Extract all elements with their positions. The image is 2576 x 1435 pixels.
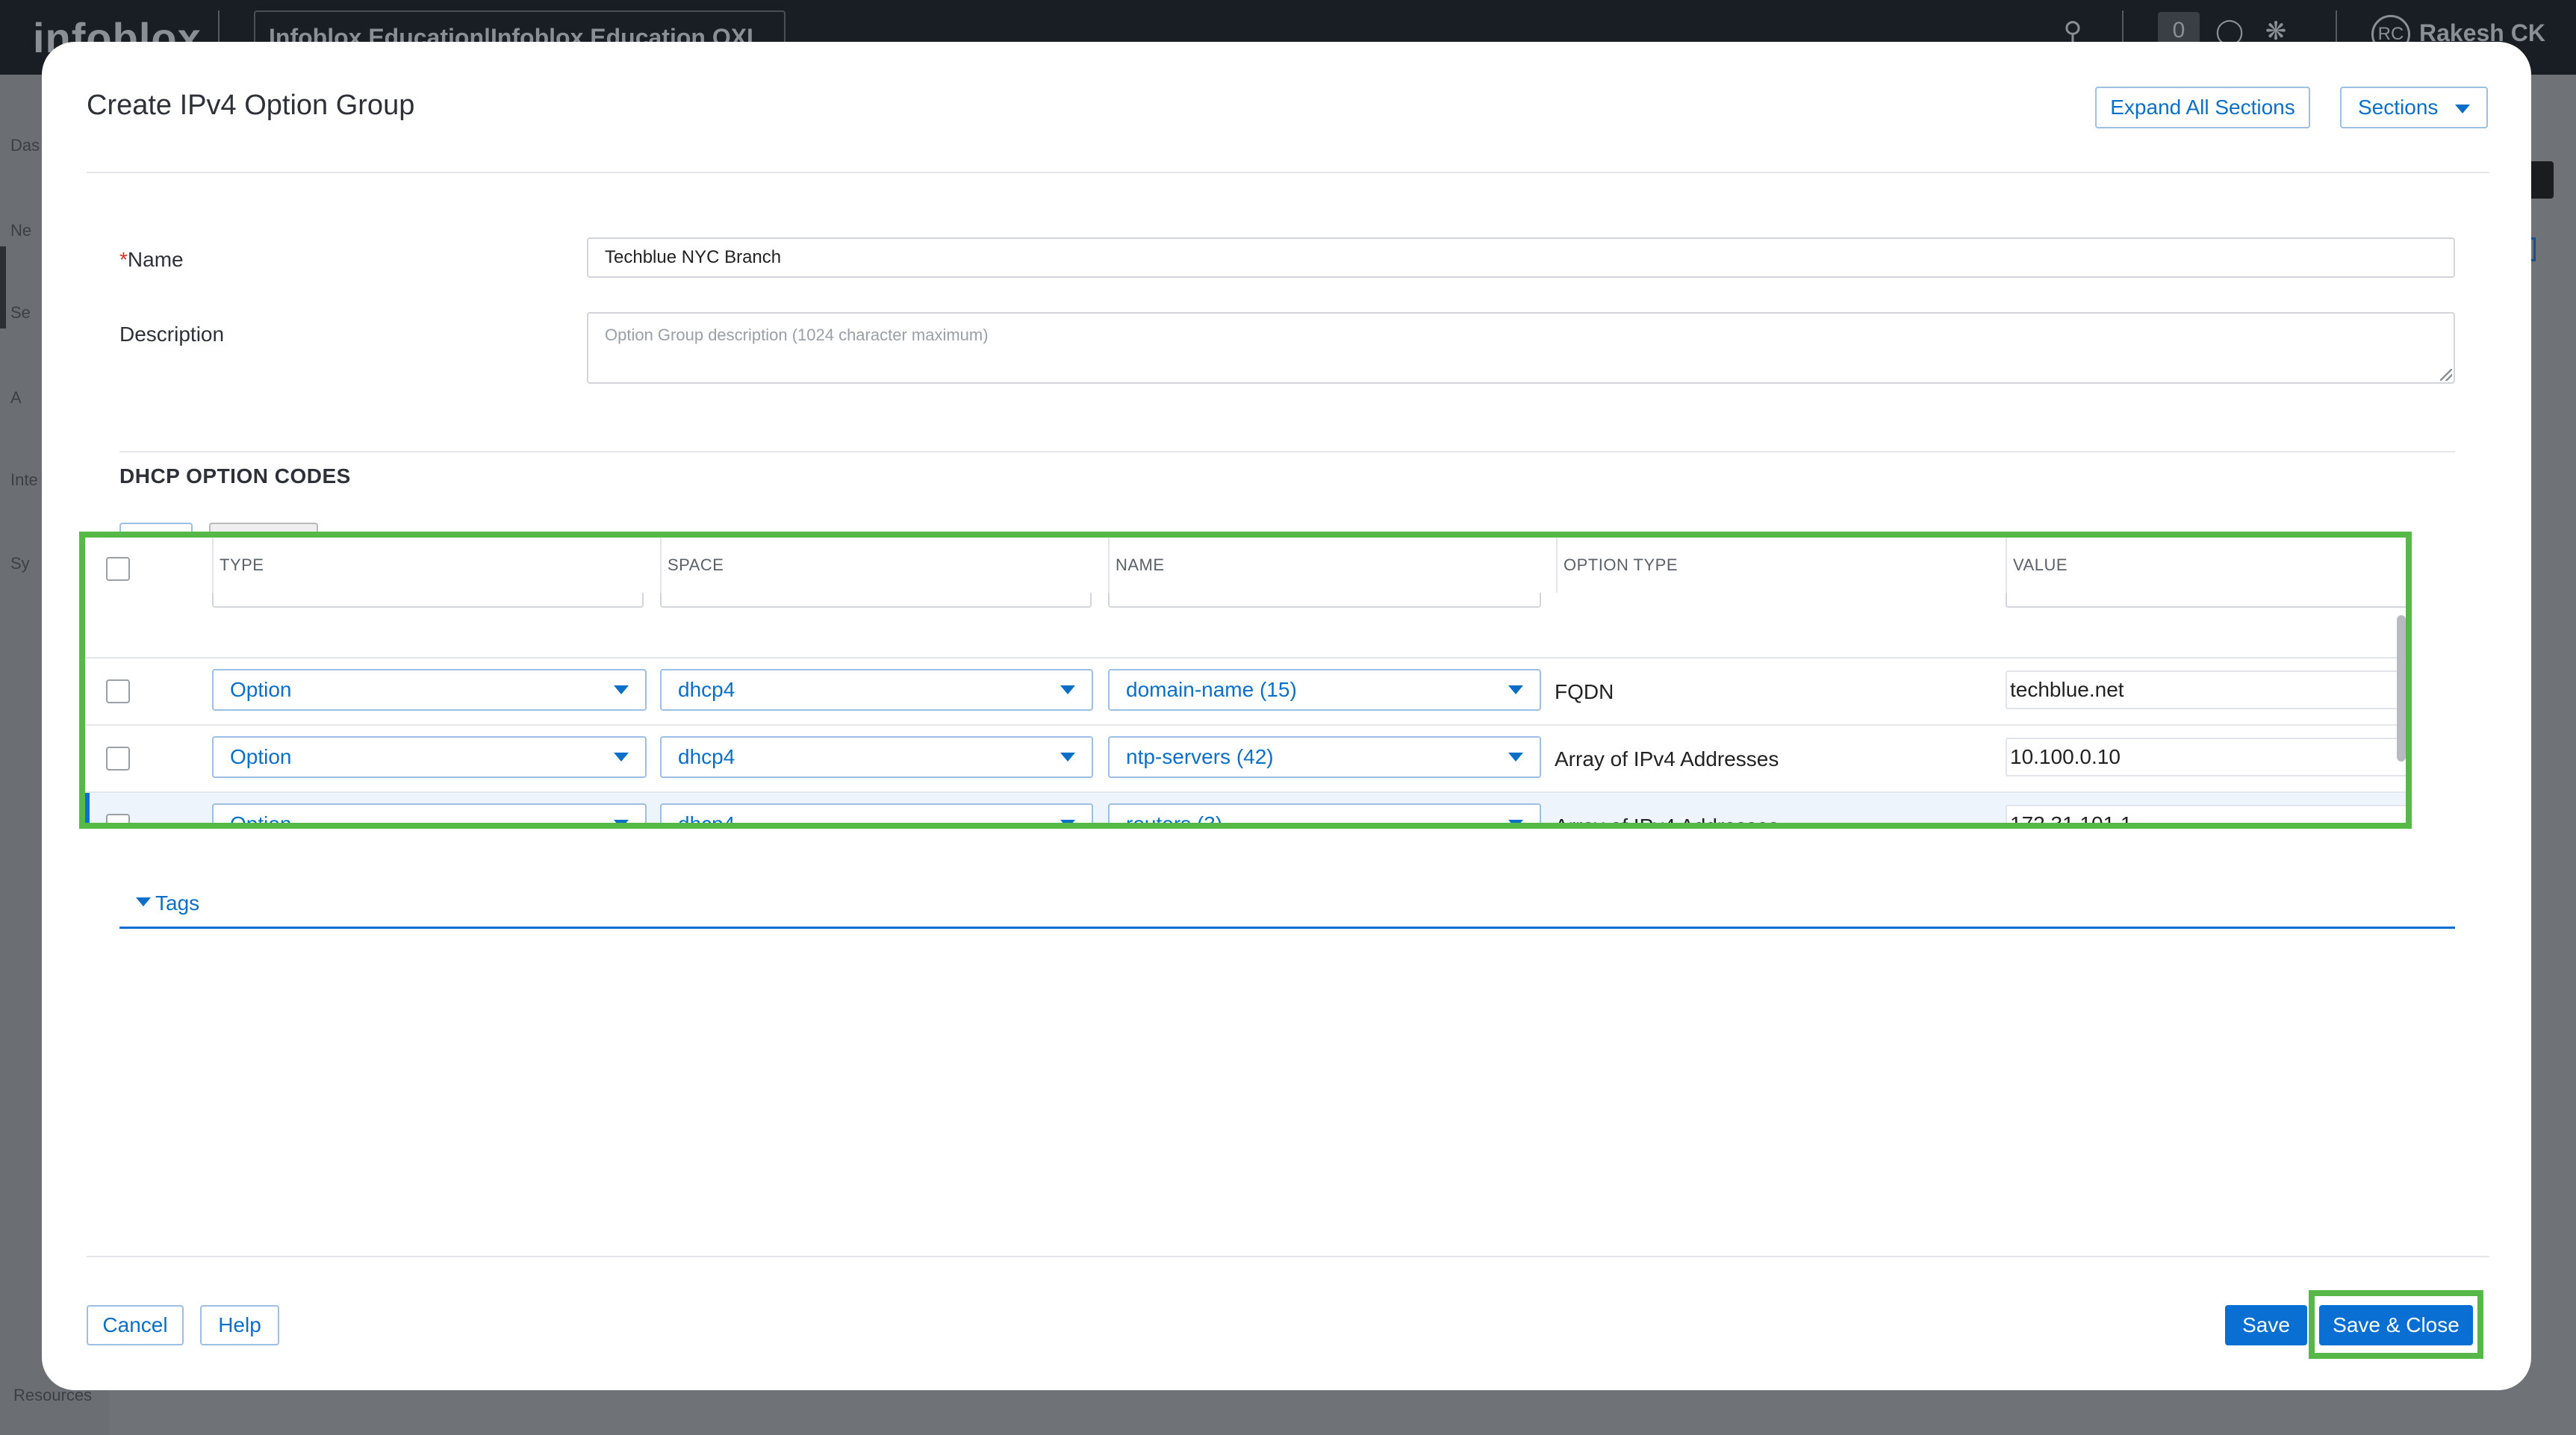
option-type-cell: FQDN [1555, 680, 1614, 703]
sidebar-item-system[interactable]: Sy [10, 554, 30, 573]
name-select[interactable]: routers (3) [1108, 803, 1541, 823]
sections-dropdown-button[interactable]: Sections [2340, 87, 2488, 128]
dialog-title: Create IPv4 Option Group [87, 90, 415, 121]
cancel-button[interactable]: Cancel [87, 1305, 184, 1345]
partial-type-select [212, 593, 644, 608]
sidebar-item-dashboard[interactable]: Das [10, 136, 40, 155]
table-row[interactable]: Option dhcp4 ntp-servers (42) Array of I… [85, 724, 2406, 791]
chevron-down-icon [614, 753, 629, 762]
save-and-close-button[interactable]: Save & Close [2319, 1305, 2473, 1345]
row-checkbox[interactable] [106, 679, 130, 703]
value-input[interactable]: 172.31.101.1 [2006, 805, 2406, 823]
name-input[interactable] [587, 237, 2455, 278]
section-divider [119, 451, 2455, 452]
space-select[interactable]: dhcp4 [660, 803, 1093, 823]
chevron-down-icon [1508, 685, 1523, 694]
row-checkbox[interactable] [106, 814, 130, 823]
chevron-down-icon [1508, 753, 1523, 762]
partial-name-select [1108, 593, 1541, 608]
resize-grip-icon[interactable] [2440, 369, 2452, 381]
partial-value-input [2006, 593, 2406, 608]
sidebar-item-integrations[interactable]: Inte [10, 470, 38, 490]
chevron-down-icon [1060, 685, 1075, 694]
column-header-value[interactable]: VALUE [2006, 538, 2406, 593]
chevron-down-icon [2455, 105, 2470, 113]
caret-down-icon [136, 897, 151, 906]
value-input[interactable]: 10.100.0.10 [2006, 738, 2406, 776]
option-type-cell: Array of IPv4 Addresses [1555, 815, 1779, 829]
row-checkbox[interactable] [106, 747, 130, 771]
column-header-type[interactable]: TYPE [212, 538, 660, 593]
select-all-checkbox[interactable] [106, 557, 130, 581]
option-codes-grid: TYPE SPACE NAME OPTION TYPE VALUE Option… [79, 532, 2412, 829]
sections-label: Sections [2358, 96, 2439, 119]
name-label: *Name [119, 248, 184, 271]
description-label: Description [119, 323, 225, 346]
sidebar-item-security[interactable]: Se [10, 303, 31, 323]
name-select[interactable]: domain-name (15) [1108, 669, 1541, 711]
chevron-down-icon [614, 685, 629, 694]
table-row[interactable]: Option dhcp4 domain-name (15) FQDN techb… [85, 657, 2406, 724]
description-textarea[interactable] [587, 312, 2455, 384]
chevron-down-icon [1060, 753, 1075, 762]
option-type-cell: Array of IPv4 Addresses [1555, 747, 1779, 771]
column-header-space[interactable]: SPACE [660, 538, 1108, 593]
column-header-name[interactable]: NAME [1108, 538, 1556, 593]
footer-divider [87, 1256, 2489, 1257]
dhcp-option-codes-heading: DHCP OPTION CODES [119, 464, 351, 488]
sidebar-item-networks[interactable]: Ne [10, 221, 31, 240]
space-select[interactable]: dhcp4 [660, 669, 1093, 711]
grid-scrollbar[interactable] [2397, 615, 2406, 762]
type-select[interactable]: Option [212, 669, 647, 711]
partial-space-select [660, 593, 1092, 608]
chevron-down-icon [1060, 820, 1075, 823]
tags-label: Tags [155, 891, 200, 915]
save-button[interactable]: Save [2225, 1305, 2307, 1345]
expand-all-sections-button[interactable]: Expand All Sections [2095, 87, 2310, 128]
type-select[interactable]: Option [212, 736, 647, 778]
sidebar-item-apps[interactable]: A [10, 388, 22, 408]
tags-section-toggle[interactable]: Tags [119, 881, 2455, 929]
table-row[interactable]: Option dhcp4 routers (3) Array of IPv4 A… [85, 791, 2406, 829]
name-select[interactable]: ntp-servers (42) [1108, 736, 1541, 778]
space-select[interactable]: dhcp4 [660, 736, 1093, 778]
row-selection-indicator [85, 793, 90, 823]
required-marker: * [119, 248, 128, 271]
header-divider [87, 172, 2489, 173]
chevron-down-icon [1508, 820, 1523, 823]
sidebar-active-indicator [0, 246, 6, 329]
chevron-down-icon [614, 820, 629, 823]
help-button[interactable]: Help [200, 1305, 279, 1345]
type-select[interactable]: Option [212, 803, 647, 823]
column-header-option-type[interactable]: OPTION TYPE [1556, 538, 2006, 593]
value-input[interactable]: techblue.net [2006, 670, 2406, 709]
